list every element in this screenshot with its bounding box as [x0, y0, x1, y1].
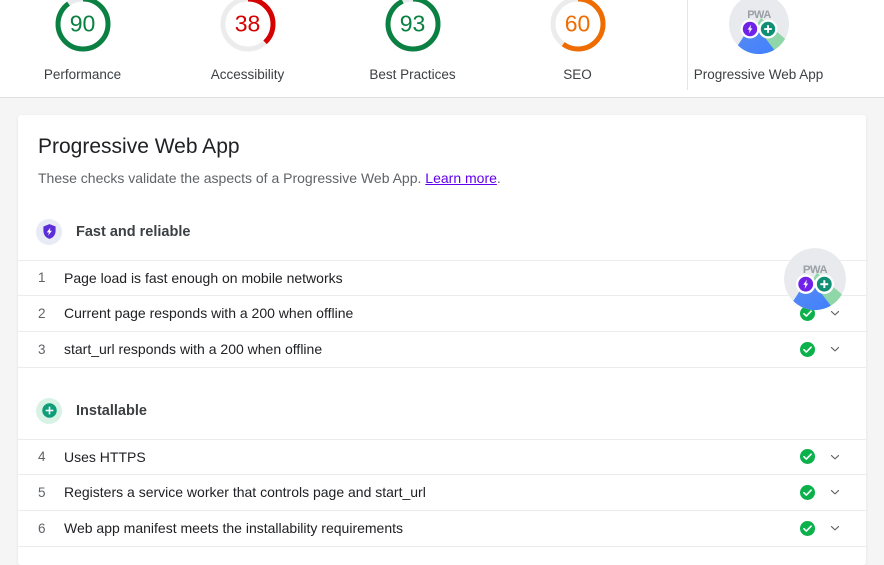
pwa-report-card: Progressive Web App These checks validat… [18, 115, 866, 565]
audit-sections: Fast and reliable 1 Page load is fast enou… [18, 217, 866, 547]
audit-index: 5 [38, 484, 46, 500]
audit-row[interactable]: 2 Current page responds with a 200 when o… [18, 296, 866, 332]
shield-bolt-icon [42, 224, 56, 240]
pwa-badge-icon: PWA [727, 0, 791, 56]
card-header: Progressive Web App These checks validat… [18, 115, 866, 310]
chevron-down-icon[interactable] [828, 450, 842, 464]
audit-title: Registers a service worker that controls… [64, 484, 426, 501]
audit-row[interactable]: 5 Registers a service worker that control… [18, 475, 866, 511]
audit-list: 1 Page load is fast enough on mobile netw… [18, 259, 866, 368]
status-badge [792, 484, 822, 501]
status-badge [792, 341, 822, 358]
audit-section: Fast and reliable 1 Page load is fast enou… [18, 217, 866, 368]
audit-title: start_url responds with a 200 when offli… [64, 341, 323, 358]
score-label: Progressive Web App [693, 67, 824, 82]
plus-circle-icon [36, 397, 62, 424]
pwa-badge-icon: PWA [784, 248, 846, 310]
learn-more-link[interactable]: Learn more [425, 170, 497, 186]
section-header: Installable [18, 396, 866, 426]
check-circle-icon [799, 341, 815, 357]
score-gauge-progressive-web-app[interactable]: PWA Progressive Web App [660, 0, 857, 82]
svg-text:PWA: PWA [803, 264, 828, 276]
plus-circle-icon [41, 403, 57, 419]
audit-row[interactable]: 4 Uses HTTPS [18, 438, 866, 475]
audit-expand-button[interactable] [822, 485, 848, 499]
score-label: Best Practices [369, 67, 456, 82]
check-circle-icon [799, 520, 815, 536]
audit-section: Installable 4 Uses HTTPS 5 Registers a serv… [18, 396, 866, 547]
chevron-down-icon[interactable] [828, 521, 842, 535]
check-circle-icon [799, 449, 815, 465]
gauge-arc-icon: 90 [40, 0, 126, 56]
audit-index: 1 [38, 270, 46, 286]
gauges-divider [687, 0, 688, 90]
score-label: Performance [43, 67, 122, 82]
svg-text:PWA: PWA [747, 9, 771, 21]
audit-title: Current page responds with a 200 when of… [64, 305, 354, 322]
page-description: These checks validate the aspects of a P… [38, 169, 846, 189]
audit-index: 6 [38, 520, 46, 536]
score-label: SEO [563, 67, 592, 82]
check-circle-icon [799, 484, 815, 500]
audit-expand-button[interactable] [822, 342, 848, 356]
audit-title: Web app manifest meets the installabilit… [64, 520, 404, 537]
score-gauge-performance[interactable]: 90 Performance [0, 0, 165, 82]
description-text: These checks validate the aspects of a P… [38, 170, 426, 187]
audit-title: Uses HTTPS [64, 448, 146, 465]
gauge-arc-icon: 38 [205, 0, 291, 56]
audit-expand-button[interactable] [822, 521, 848, 535]
description-suffix: . [496, 170, 501, 187]
chevron-down-icon[interactable] [828, 342, 842, 356]
audit-index: 3 [38, 341, 46, 357]
shield-bolt-icon [36, 218, 62, 245]
audit-title: Page load is fast enough on mobile netwo… [64, 269, 343, 286]
score-value: 60 [564, 10, 591, 37]
audit-row[interactable]: 6 Web app manifest meets the installabili… [18, 511, 866, 547]
section-title: Fast and reliable [76, 223, 191, 240]
audit-row[interactable]: 3 start_url responds with a 200 when offl… [18, 332, 866, 368]
score-gauge-best-practices[interactable]: 93 Best Practices [330, 0, 495, 82]
score-value: 38 [234, 10, 261, 37]
score-value: 90 [69, 10, 96, 37]
audit-expand-button[interactable] [822, 450, 848, 464]
score-value: 93 [399, 10, 426, 37]
score-gauge-seo[interactable]: 60 SEO [495, 0, 660, 82]
pwa-badge-icon: PWA [782, 246, 848, 312]
page-title: Progressive Web App [38, 135, 240, 158]
status-badge [792, 448, 822, 465]
score-label: Accessibility [210, 67, 285, 82]
section-header: Fast and reliable [18, 217, 866, 247]
pwa-badge-icon: PWA [728, 0, 789, 54]
gauge-arc-icon: 60 [535, 0, 621, 56]
audit-index: 2 [38, 305, 46, 321]
score-gauges-row: 90 Performance 38 Accessibility 93 Best Pra… [0, 0, 884, 97]
audit-list: 4 Uses HTTPS 5 Registers a service worker … [18, 438, 866, 547]
gauge-arc-icon: 93 [370, 0, 456, 56]
section-title: Installable [76, 402, 147, 419]
status-badge [792, 520, 822, 537]
score-gauge-accessibility[interactable]: 38 Accessibility [165, 0, 330, 82]
audit-row[interactable]: 1 Page load is fast enough on mobile netw… [18, 259, 866, 296]
score-gauges-strip: 90 Performance 38 Accessibility 93 Best Pra… [0, 0, 884, 98]
chevron-down-icon[interactable] [828, 485, 842, 499]
audit-index: 4 [38, 449, 46, 465]
